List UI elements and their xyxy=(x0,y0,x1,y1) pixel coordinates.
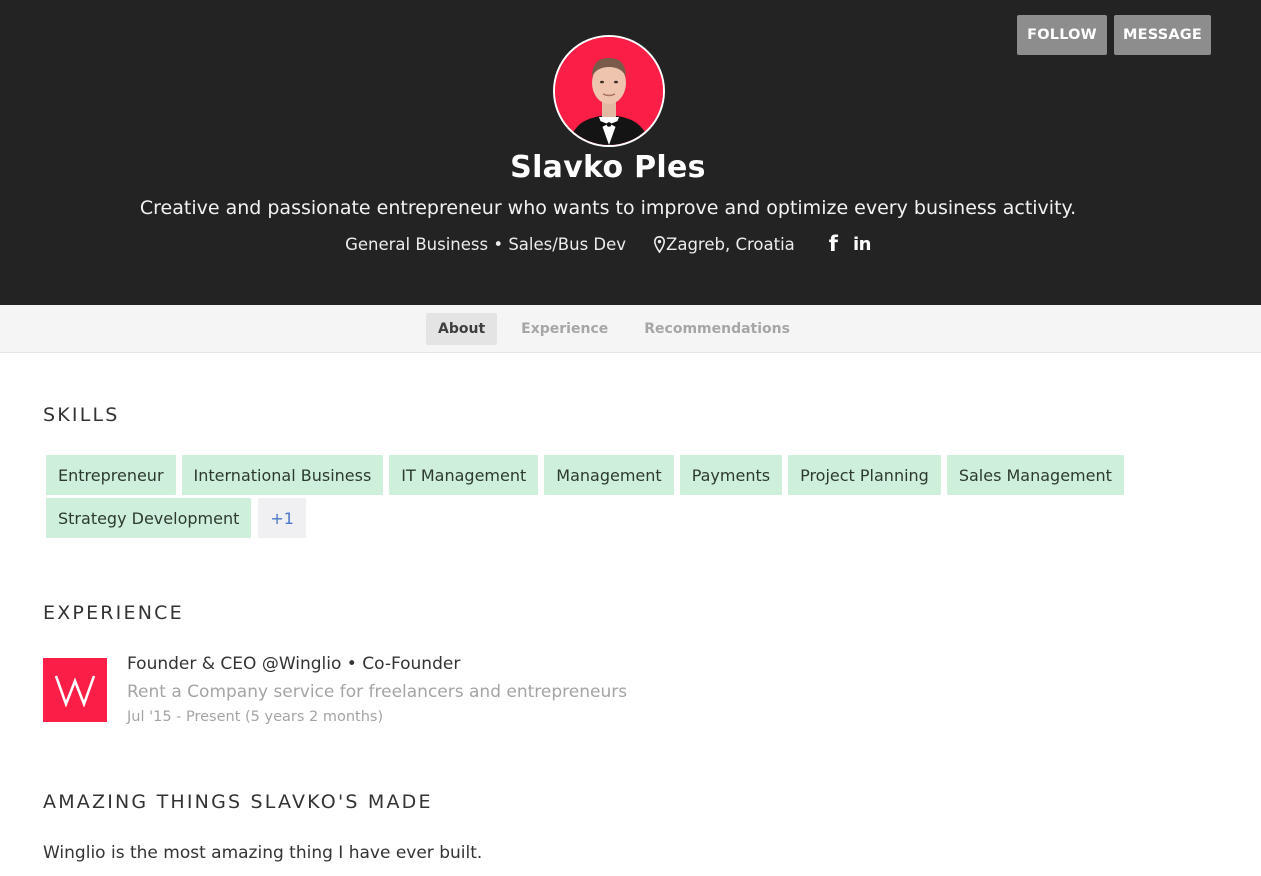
skill-chip[interactable]: Management xyxy=(544,455,674,495)
avatar-portrait xyxy=(555,37,663,145)
skill-chip[interactable]: IT Management xyxy=(389,455,539,495)
profile-tabs: About Experience Recommendations xyxy=(0,305,1261,353)
skill-chip[interactable]: Strategy Development xyxy=(46,498,252,538)
skills-heading: SKILLS xyxy=(43,404,120,426)
tab-about[interactable]: About xyxy=(426,312,498,345)
linkedin-icon[interactable]: in xyxy=(853,235,871,254)
follow-button[interactable]: FOLLOW xyxy=(1017,15,1107,55)
header-actions: FOLLOW MESSAGE xyxy=(1017,15,1211,55)
profile-location: Zagreb, Croatia xyxy=(654,235,795,254)
profile-category: General Business • Sales/Bus Dev xyxy=(345,235,627,254)
tab-experience[interactable]: Experience xyxy=(509,313,620,345)
location-text: Zagreb, Croatia xyxy=(666,235,795,254)
tab-recommendations[interactable]: Recommendations xyxy=(632,313,802,345)
skill-chip[interactable]: Project Planning xyxy=(788,455,941,495)
made-heading: AMAZING THINGS SLAVKO'S MADE xyxy=(43,791,433,813)
skill-chip[interactable]: International Business xyxy=(181,455,384,495)
experience-heading: EXPERIENCE xyxy=(43,602,184,624)
experience-role: Founder & CEO @Winglio • Co-Founder xyxy=(127,654,461,674)
experience-description: Rent a Company service for freelancers a… xyxy=(127,682,628,702)
company-logo[interactable] xyxy=(43,658,107,722)
experience-dates: Jul '15 - Present (5 years 2 months) xyxy=(127,709,384,725)
social-links: f in xyxy=(829,234,872,255)
skill-chip[interactable]: Sales Management xyxy=(946,455,1124,495)
skill-chip[interactable]: Entrepreneur xyxy=(46,455,176,495)
more-skills-button[interactable]: +1 xyxy=(258,498,306,538)
facebook-icon[interactable]: f xyxy=(829,234,838,255)
map-pin-icon xyxy=(654,236,666,253)
skills-row: Strategy Development +1 xyxy=(46,498,1146,538)
skill-chip[interactable]: Payments xyxy=(679,455,783,495)
profile-header: FOLLOW MESSAGE Slavko Ples Creative and … xyxy=(0,0,1261,305)
profile-meta: General Business • Sales/Bus Dev Zagreb,… xyxy=(0,234,1216,255)
profile-name: Slavko Ples xyxy=(510,150,706,185)
skills-row: Entrepreneur International Business IT M… xyxy=(46,455,1146,495)
message-button[interactable]: MESSAGE xyxy=(1114,15,1211,55)
avatar xyxy=(553,35,665,147)
winglio-logo-icon xyxy=(54,675,96,707)
profile-tagline: Creative and passionate entrepreneur who… xyxy=(139,197,1077,219)
made-text: Winglio is the most amazing thing I have… xyxy=(43,843,483,863)
skills-list: Entrepreneur International Business IT M… xyxy=(46,455,1146,541)
